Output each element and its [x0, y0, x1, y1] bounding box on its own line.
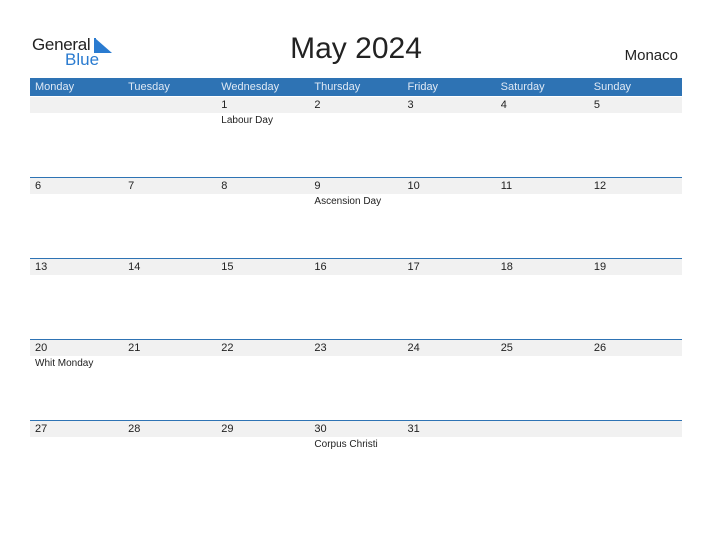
day-cell: 9 Ascension Day [309, 178, 402, 258]
calendar-title: May 2024 [290, 32, 422, 65]
weekday-friday: Friday [407, 81, 439, 93]
day-number: 7 [128, 180, 135, 192]
weekday-monday: Monday [35, 81, 75, 93]
day-number: 3 [407, 99, 414, 111]
day-number: 30 [314, 423, 327, 435]
day-number: 26 [593, 342, 607, 354]
day-number: 15 [221, 261, 234, 273]
day-number: 27 [35, 423, 48, 435]
weekday-thursday: Thursday [314, 81, 361, 93]
holiday-label: Labour Day [221, 115, 273, 126]
day-cell: 19 [589, 259, 682, 339]
day-cell: 26 [589, 340, 682, 420]
day-cell: 12 [589, 178, 682, 258]
day-cell [123, 97, 216, 177]
country-label: Monaco [624, 47, 678, 64]
day-cell: 17 [403, 259, 496, 339]
day-cell: 28 [123, 421, 216, 501]
day-cell: 18 [496, 259, 589, 339]
day-number: 10 [407, 180, 420, 192]
day-cell: 10 [403, 178, 496, 258]
weekday-saturday: Saturday [500, 81, 545, 93]
day-number: 18 [500, 261, 513, 273]
day-number: 9 [314, 180, 321, 192]
day-cell: 23 [309, 340, 402, 420]
day-number: 19 [593, 261, 607, 273]
day-cell: 1 Labour Day [216, 97, 309, 177]
day-number: 20 [35, 342, 48, 354]
day-number: 12 [593, 180, 607, 192]
day-cell [496, 421, 589, 501]
day-number: 24 [407, 342, 420, 354]
day-number: 23 [314, 342, 327, 354]
day-cell: 30 Corpus Christi [309, 421, 402, 501]
weekday-tuesday: Tuesday [128, 81, 170, 93]
day-number: 13 [35, 261, 48, 273]
weekday-sunday: Sunday [593, 81, 632, 93]
week-row: 20 Whit Monday 21 22 23 24 25 26 [30, 339, 682, 421]
day-number: 25 [500, 342, 513, 354]
day-cell: 22 [216, 340, 309, 420]
day-cell: 21 [123, 340, 216, 420]
day-number: 31 [407, 423, 420, 435]
day-cell: 7 [123, 178, 216, 258]
day-cell: 11 [496, 178, 589, 258]
day-number: 29 [221, 423, 234, 435]
day-cell [30, 97, 123, 177]
day-cell: 29 [216, 421, 309, 501]
day-cell: 2 [309, 97, 402, 177]
day-cell: 13 [30, 259, 123, 339]
day-cell: 4 [496, 97, 589, 177]
day-number: 16 [314, 261, 327, 273]
day-number: 2 [314, 99, 321, 111]
week-row: 13 14 15 16 17 18 19 [30, 258, 682, 340]
day-number: 11 [500, 180, 513, 192]
week-row: 1 Labour Day 2 3 4 5 [30, 97, 682, 178]
day-cell: 14 [123, 259, 216, 339]
day-number: 6 [35, 180, 42, 192]
holiday-label: Ascension Day [314, 196, 382, 207]
day-cell: 5 [589, 97, 682, 177]
day-number: 1 [221, 99, 228, 111]
day-cell: 31 [403, 421, 496, 501]
day-cell [589, 421, 682, 501]
day-cell: 27 [30, 421, 123, 501]
weekday-header: Monday Tuesday Wednesday Thursday Friday… [30, 78, 682, 96]
day-number: 5 [593, 99, 600, 111]
day-cell: 24 [403, 340, 496, 420]
day-cell: 6 [30, 178, 123, 258]
day-cell: 8 [216, 178, 309, 258]
day-cell: 15 [216, 259, 309, 339]
day-number: 4 [500, 99, 507, 111]
holiday-label: Corpus Christi [314, 439, 378, 450]
holiday-label: Whit Monday [35, 358, 94, 369]
day-cell: 3 [403, 97, 496, 177]
day-cell: 20 Whit Monday [30, 340, 123, 420]
day-number: 17 [407, 261, 420, 273]
day-number: 28 [128, 423, 141, 435]
week-row: 27 28 29 30 Corpus Christi 31 [30, 420, 682, 502]
day-number: 22 [221, 342, 234, 354]
week-row: 6 7 8 9 Ascension Day 10 11 12 [30, 177, 682, 259]
day-number: 21 [128, 342, 141, 354]
day-cell: 16 [309, 259, 402, 339]
day-number: 14 [128, 261, 141, 273]
day-cell: 25 [496, 340, 589, 420]
day-number: 8 [221, 180, 228, 192]
weekday-wednesday: Wednesday [221, 81, 280, 93]
